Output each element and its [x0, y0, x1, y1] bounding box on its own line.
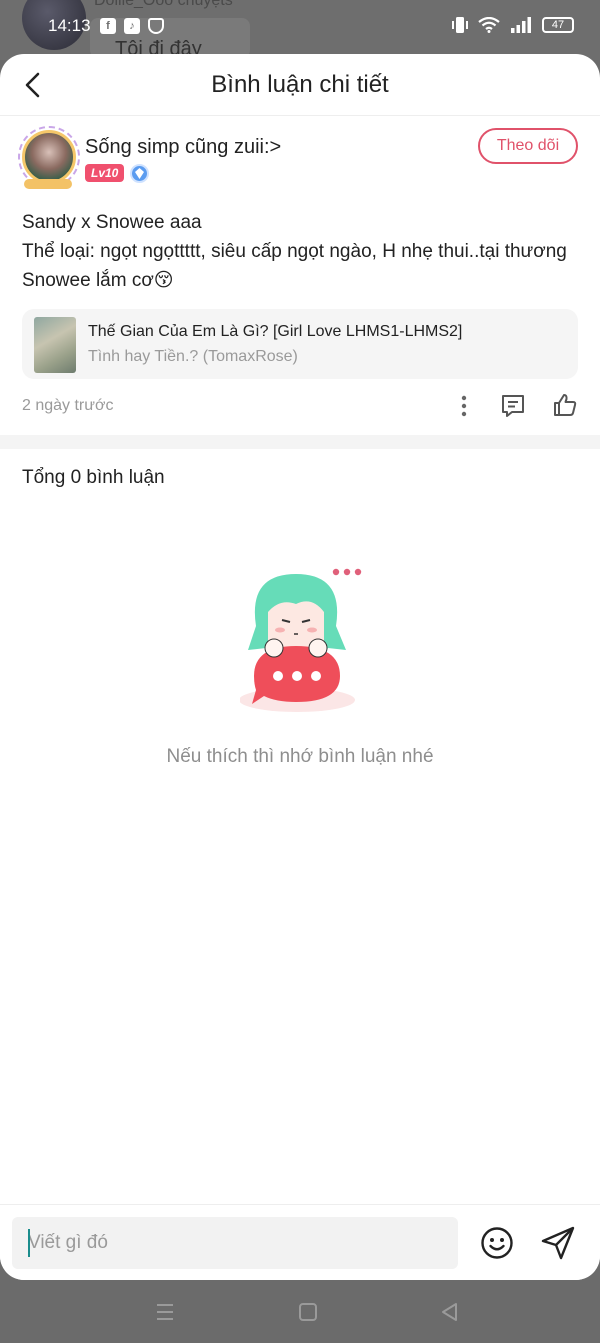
avatar[interactable] [22, 130, 76, 184]
like-button[interactable] [552, 392, 578, 418]
page-title: Bình luận chi tiết [211, 71, 389, 98]
post-content: Sandy x Snowee aaa Thể loại: ngọt ngọttt… [22, 208, 578, 295]
post-line: Sandy x Snowee aaa [22, 212, 202, 233]
level-badge: Lv10 [85, 164, 125, 182]
avatar-frame-tag [24, 179, 72, 189]
vibrate-icon [452, 17, 468, 33]
signal-icon [511, 17, 531, 33]
comment-count: Tổng 0 bình luận [22, 467, 165, 488]
facebook-icon: f [100, 18, 116, 34]
smiley-icon [481, 1227, 513, 1259]
empty-state-text: Nếu thích thì nhớ bình luận nhé [166, 746, 434, 767]
emoji-button[interactable] [480, 1226, 514, 1260]
verified-icon [130, 164, 149, 183]
empty-comments-illustration [240, 568, 362, 712]
comment-composer [0, 1204, 600, 1280]
status-time: 14:13 [48, 16, 91, 35]
author-name[interactable]: Sống simp cũng zuii:> [85, 136, 281, 159]
song-subtitle: Tình hay Tiền.? (TomaxRose) [88, 348, 298, 365]
more-vertical-icon [461, 395, 467, 417]
post-meta-row: 2 ngày trước [22, 381, 578, 431]
post-line: Thể loại: ngọt ngọttttt, siêu cấp ngọt n… [22, 241, 567, 291]
battery-indicator: 47 [542, 17, 574, 33]
author-row: Sống simp cũng zuii:> Lv10 Theo dõi [18, 116, 578, 200]
post-timestamp: 2 ngày trước [22, 397, 114, 414]
more-options-button[interactable] [454, 393, 474, 419]
text-caret [28, 1229, 30, 1257]
song-thumbnail [34, 317, 76, 373]
tiktok-icon: ♪ [124, 18, 140, 34]
back-nav-icon[interactable] [438, 1300, 462, 1324]
section-divider [0, 435, 600, 449]
send-icon [541, 1226, 575, 1260]
comment-detail-sheet: Bình luận chi tiết Sống simp cũng zuii:>… [0, 54, 600, 1280]
send-button[interactable] [540, 1225, 576, 1261]
recent-apps-icon[interactable] [153, 1300, 177, 1324]
follow-button[interactable]: Theo dõi [478, 128, 578, 164]
thumbs-up-icon [554, 394, 577, 416]
shield-icon [148, 18, 164, 34]
post: Sống simp cũng zuii:> Lv10 Theo dõi Sand… [0, 116, 600, 431]
comment-input[interactable] [12, 1217, 458, 1269]
comment-button[interactable] [500, 393, 526, 419]
system-nav-bar [0, 1280, 600, 1343]
header: Bình luận chi tiết [0, 54, 600, 116]
linked-song-card[interactable]: Thế Gian Của Em Là Gì? [Girl Love LHMS1-… [22, 309, 578, 379]
wifi-icon [478, 17, 500, 33]
song-title: Thế Gian Của Em Là Gì? [Girl Love LHMS1-… [88, 323, 463, 340]
comment-icon [502, 395, 524, 417]
status-bar: 14:13 f ♪ 47 [0, 0, 600, 52]
home-icon[interactable] [296, 1300, 320, 1324]
